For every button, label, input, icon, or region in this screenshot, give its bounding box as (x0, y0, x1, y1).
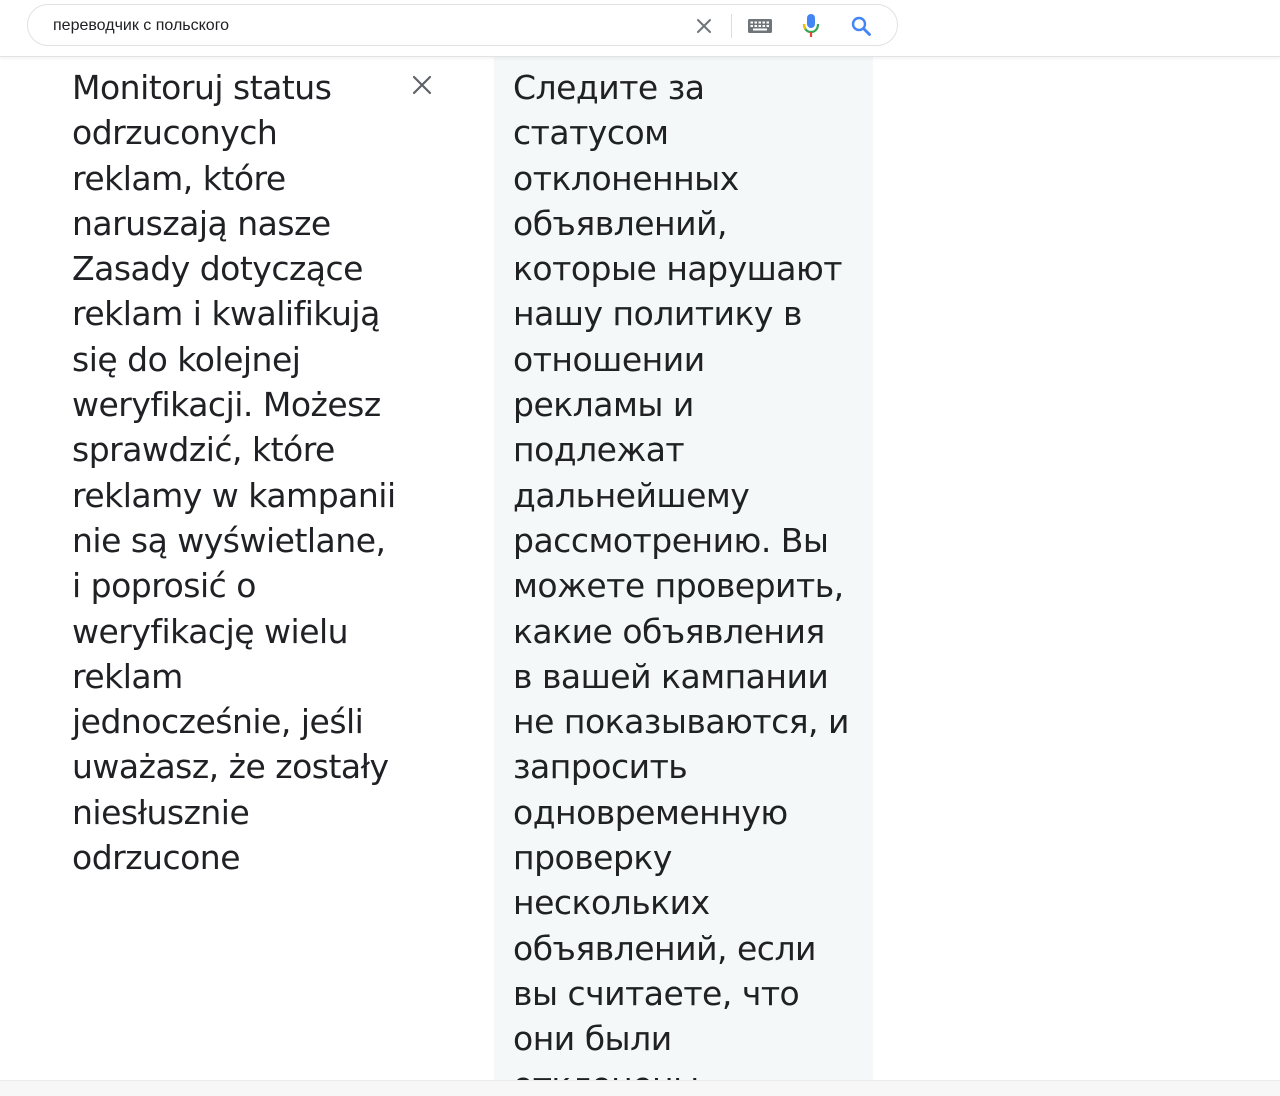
translator-content: Monitoruj status odrzuconych reklam, któ… (0, 57, 1280, 1082)
target-panel: Следите за статусом отклоненных объявлен… (494, 57, 873, 1082)
search-header (0, 0, 1280, 57)
clear-search-button[interactable] (689, 11, 719, 41)
close-icon (412, 75, 432, 95)
bottom-edge (0, 1080, 1280, 1096)
search-input[interactable] (53, 14, 693, 38)
target-text: Следите за статусом отклоненных объявлен… (513, 68, 850, 1082)
search-icon (851, 16, 871, 36)
microphone-icon (802, 14, 820, 37)
search-submit-button[interactable] (846, 11, 876, 41)
keyboard-button[interactable] (745, 11, 775, 41)
voice-search-button[interactable] (796, 11, 826, 41)
clear-source-button[interactable] (407, 70, 437, 100)
source-text[interactable]: Monitoruj status odrzuconych reklam, któ… (72, 65, 402, 880)
source-panel[interactable]: Monitoruj status odrzuconych reklam, któ… (72, 65, 402, 880)
clear-icon (697, 19, 711, 33)
keyboard-icon (748, 19, 772, 33)
search-divider (731, 14, 732, 38)
search-box[interactable] (27, 4, 898, 46)
